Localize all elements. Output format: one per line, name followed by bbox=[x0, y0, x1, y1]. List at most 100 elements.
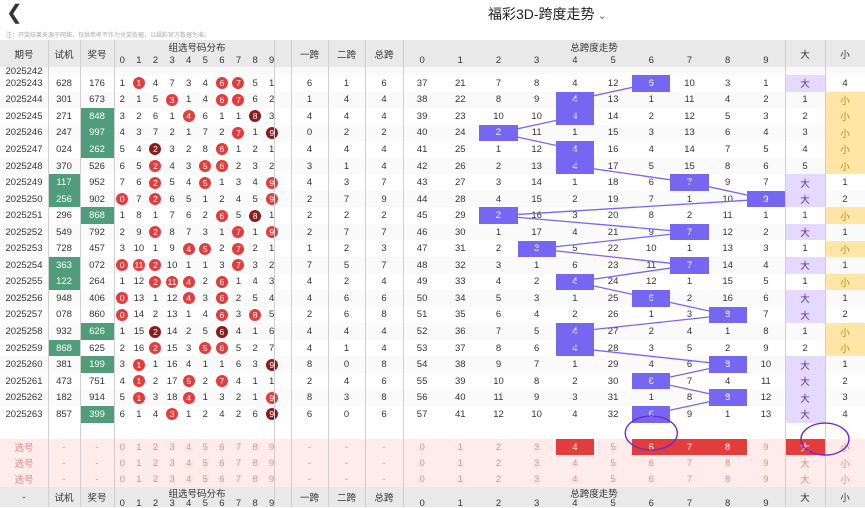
select-span[interactable]: 1 bbox=[441, 471, 479, 487]
select-big[interactable]: 大 bbox=[785, 471, 825, 487]
select-small[interactable]: 小 bbox=[825, 439, 865, 455]
select-digit[interactable]: 8 bbox=[247, 455, 264, 471]
select-span[interactable]: 0 bbox=[403, 439, 441, 455]
select-span[interactable]: 6 bbox=[632, 455, 670, 471]
select-digit[interactable]: 8 bbox=[247, 439, 264, 455]
digit-cell: 1 bbox=[119, 276, 125, 288]
prize-cell: 262 bbox=[80, 141, 114, 158]
select-digit[interactable]: 4 bbox=[180, 471, 197, 487]
select-span[interactable]: 4 bbox=[556, 455, 594, 471]
select-span[interactable]: 7 bbox=[670, 455, 708, 471]
select-span[interactable]: 8 bbox=[708, 439, 747, 456]
span-trend-cell: 4 bbox=[648, 359, 654, 371]
span-trend-cell: 37 bbox=[454, 342, 466, 354]
select-span[interactable]: 8 bbox=[709, 455, 747, 471]
digit-ball: 8 bbox=[249, 110, 262, 123]
span-trend-cell: 3 bbox=[763, 243, 769, 255]
span-trend-cell: 2 bbox=[763, 94, 769, 106]
digit-cell: 5 bbox=[197, 174, 214, 191]
select-digit[interactable]: 9 bbox=[263, 439, 280, 455]
select-span[interactable]: 9 bbox=[747, 455, 785, 471]
select-span[interactable]: 3 bbox=[518, 455, 556, 471]
small-cell: 小 bbox=[825, 240, 865, 258]
select-big[interactable]: 大 bbox=[785, 439, 825, 456]
select-span[interactable]: 0 bbox=[403, 471, 441, 487]
select-span[interactable]: 6 bbox=[632, 471, 670, 487]
select-span[interactable]: 9 bbox=[747, 439, 785, 455]
select-span[interactable]: 5 bbox=[594, 439, 632, 455]
span-trend-cell: 12 bbox=[493, 408, 504, 420]
span-trend-cell: 6 bbox=[763, 160, 769, 172]
select-span[interactable]: 1 bbox=[441, 455, 479, 471]
select-span[interactable]: 9 bbox=[747, 471, 785, 487]
select-digit[interactable]: 3 bbox=[164, 471, 181, 487]
select-span[interactable]: 3 bbox=[518, 439, 556, 455]
digit-ball: 2 bbox=[149, 275, 162, 288]
select-digit[interactable]: 5 bbox=[197, 471, 214, 487]
span-trend-cell: 3 bbox=[534, 292, 540, 304]
span-trend-cell: 52 bbox=[416, 326, 428, 338]
span-total-cell: 3 bbox=[381, 243, 387, 255]
select-digit[interactable]: 5 bbox=[197, 439, 214, 455]
select-digit[interactable]: 3 bbox=[164, 439, 181, 455]
select-digit[interactable]: 4 bbox=[180, 455, 197, 471]
select-digit[interactable]: 9 bbox=[263, 471, 280, 487]
column-divider bbox=[291, 40, 292, 507]
select-label[interactable]: 选号 bbox=[0, 471, 48, 487]
trial-cell: 182 bbox=[56, 392, 72, 404]
span-trend-cell: 22 bbox=[454, 94, 466, 106]
select-span[interactable]: 4 bbox=[555, 439, 594, 456]
select-digit[interactable]: 2 bbox=[147, 471, 164, 487]
span-trend-cell: 3 bbox=[572, 210, 578, 222]
column-divider bbox=[825, 40, 826, 507]
select-digit[interactable]: 6 bbox=[214, 455, 231, 471]
select-digit[interactable]: 2 bbox=[147, 439, 164, 455]
period-cell: 2025255 bbox=[5, 276, 43, 288]
select-big[interactable]: 大 bbox=[785, 455, 825, 471]
select-small[interactable]: 小 bbox=[825, 455, 865, 471]
trial-cell: 256 bbox=[48, 190, 80, 208]
select-small[interactable]: 小 bbox=[825, 471, 865, 487]
select-span[interactable]: 5 bbox=[594, 455, 632, 471]
select-dash: - bbox=[382, 457, 386, 469]
select-digit[interactable]: 6 bbox=[214, 439, 231, 455]
select-span[interactable]: 6 bbox=[632, 439, 671, 456]
select-span[interactable]: 7 bbox=[670, 471, 708, 487]
select-digit[interactable]: 1 bbox=[131, 471, 148, 487]
select-span[interactable]: 1 bbox=[441, 439, 479, 455]
select-span[interactable]: 0 bbox=[403, 455, 441, 471]
select-digit[interactable]: 3 bbox=[164, 455, 181, 471]
period-cell: 2025248 bbox=[5, 160, 43, 172]
select-digit[interactable]: 4 bbox=[180, 439, 197, 455]
select-digit[interactable]: 0 bbox=[114, 455, 131, 471]
select-label[interactable]: 选号 bbox=[0, 455, 48, 471]
digit-cell: 3 bbox=[186, 342, 192, 354]
span-trend-cell: 18 bbox=[607, 177, 619, 189]
select-digit[interactable]: 7 bbox=[230, 455, 247, 471]
select-digit[interactable]: 2 bbox=[147, 455, 164, 471]
select-span[interactable]: 5 bbox=[594, 471, 632, 487]
select-digit[interactable]: 6 bbox=[214, 471, 231, 487]
select-digit[interactable]: 7 bbox=[230, 439, 247, 455]
select-digit[interactable]: 1 bbox=[131, 439, 148, 455]
span-trend-cell: 1 bbox=[686, 276, 693, 288]
period-header[interactable]: 期号 bbox=[0, 40, 48, 67]
select-span[interactable]: 8 bbox=[709, 471, 747, 487]
digit-cell: 3 bbox=[186, 160, 192, 172]
select-digit[interactable]: 1 bbox=[131, 455, 148, 471]
select-span[interactable]: 3 bbox=[518, 471, 556, 487]
select-span[interactable]: 7 bbox=[670, 439, 709, 456]
select-digit[interactable]: 7 bbox=[230, 471, 247, 487]
select-digit[interactable]: 0 bbox=[114, 471, 131, 487]
select-digit[interactable]: 0 bbox=[114, 439, 131, 455]
select-span[interactable]: 2 bbox=[479, 471, 517, 487]
select-span[interactable]: 4 bbox=[556, 471, 594, 487]
span-trend-cell: 16 bbox=[722, 292, 733, 304]
select-label[interactable]: 选号 bbox=[0, 439, 48, 455]
select-digit[interactable]: 9 bbox=[263, 455, 280, 471]
select-digit[interactable]: 5 bbox=[197, 455, 214, 471]
select-span[interactable]: 2 bbox=[479, 439, 517, 455]
span-trend-cell bbox=[709, 67, 747, 75]
select-digit[interactable]: 8 bbox=[247, 471, 264, 487]
select-span[interactable]: 2 bbox=[479, 455, 517, 471]
